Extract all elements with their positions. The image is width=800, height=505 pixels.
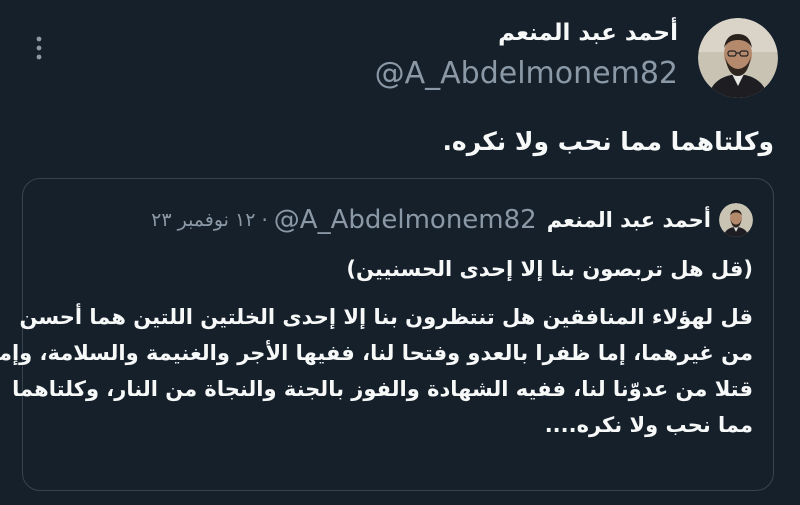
- more-options-button[interactable]: [25, 34, 53, 62]
- quoted-tweet-line: من غيرهما، إما ظفرا بالعدو وفتحا لنا، فف…: [0, 341, 753, 365]
- author-name[interactable]: أحمد عبد المنعم: [498, 20, 678, 46]
- author-handle[interactable]: @A_Abdelmonem82: [375, 56, 678, 91]
- quoted-author-avatar-image: [719, 203, 753, 237]
- quoted-tweet-line: قل لهؤلاء المنافقين هل تنتظرون بنا إلا إ…: [19, 305, 753, 329]
- more-vertical-icon: [36, 36, 42, 60]
- quoted-tweet-header: أحمد عبد المنعم @A_Abdelmonem82 · ١٢ نوف…: [151, 203, 753, 237]
- tweet-text: وكلتاهما مما نحب ولا نكره.: [442, 127, 774, 156]
- quoted-tweet-card[interactable]: أحمد عبد المنعم @A_Abdelmonem82 · ١٢ نوف…: [0, 178, 774, 491]
- quoted-author-name[interactable]: أحمد عبد المنعم: [547, 208, 711, 232]
- quoted-tweet-line: قتلا من عدوّنا لنا، ففيه الشهادة والفوز …: [12, 377, 753, 401]
- tweet-page: أحمد عبد المنعم @A_Abdelmonem82 وكلتاهما…: [0, 0, 800, 505]
- quoted-tweet-body: (قل هل تربصون بنا إلا إحدى الحسنيين) قل …: [0, 251, 753, 443]
- separator-dot: ·: [261, 208, 268, 232]
- quoted-author-handle[interactable]: @A_Abdelmonem82: [274, 205, 537, 235]
- author-avatar[interactable]: [698, 18, 778, 98]
- quoted-author-avatar[interactable]: [719, 203, 753, 237]
- quoted-tweet-line: مما نحب ولا نكره....: [544, 413, 753, 437]
- author-avatar-image: [698, 18, 778, 98]
- quoted-tweet-date[interactable]: ١٢ نوفمبر ٢٣: [151, 209, 255, 231]
- quoted-tweet-title: (قل هل تربصون بنا إلا إحدى الحسنيين): [346, 257, 753, 281]
